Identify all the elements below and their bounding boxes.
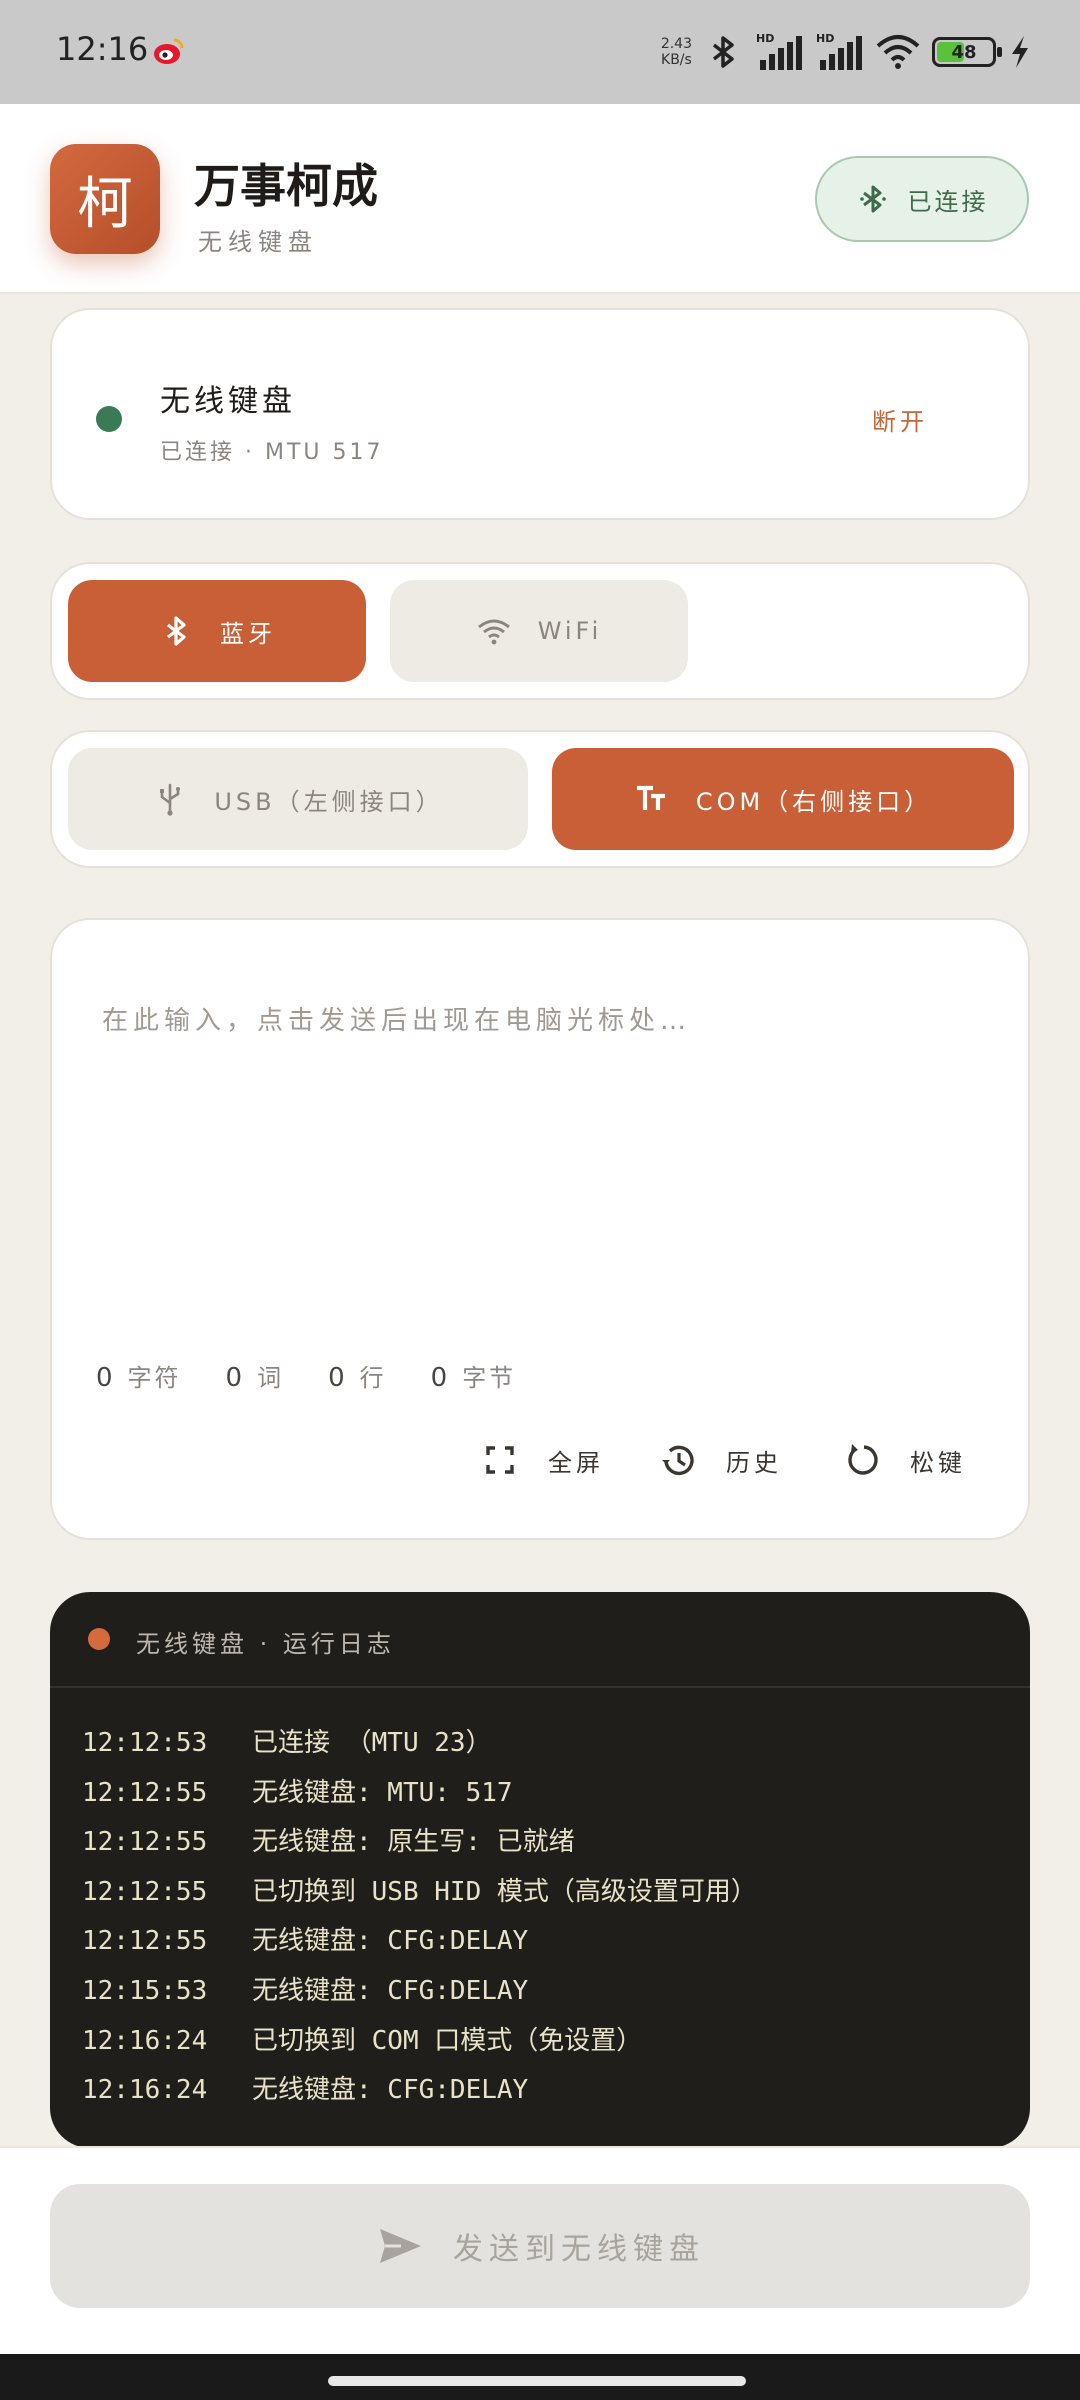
wifi-icon: [876, 35, 920, 69]
log-header: 无线键盘 · 运行日志: [50, 1592, 1030, 1688]
com-port-button[interactable]: COM（右侧接口）: [552, 748, 1014, 850]
text-input-placeholder[interactable]: 在此输入，点击发送后出现在电脑光标处…: [102, 1000, 691, 1037]
byte-count: 0 字节: [430, 1363, 517, 1393]
history-button[interactable]: 历史: [658, 1440, 782, 1480]
line-count: 0行: [328, 1363, 387, 1393]
charging-icon: [1012, 36, 1028, 68]
bottom-bar: 发送到无线键盘: [0, 2146, 1080, 2354]
bluetooth-mode-button[interactable]: 蓝牙: [68, 580, 366, 682]
history-icon: [662, 1445, 694, 1476]
bluetooth-icon: [712, 36, 734, 68]
log-title: 无线键盘 · 运行日志: [136, 1630, 395, 1658]
log-entry: 12:15:53 无线键盘: CFG:DELAY: [82, 1975, 529, 2006]
log-entry: 12:16:24 已切换到 COM 口模式（免设置）: [82, 2025, 643, 2056]
send-button[interactable]: 发送到无线键盘: [50, 2184, 1030, 2308]
log-entries: 12:12:53 已连接 （MTU 23） 12:12:55 无线键盘: MTU: …: [82, 1722, 757, 2119]
log-entry: 12:12:53 已连接 （MTU 23）: [82, 1728, 492, 1758]
app-title: 万事柯成: [194, 159, 378, 213]
system-nav-bar: [0, 2354, 1080, 2400]
bluetooth-mode-label: 蓝牙: [220, 619, 276, 648]
status-time: 12:16: [56, 30, 149, 68]
log-entry: 12:12:55 无线键盘: 原生写: 已就绪: [82, 1827, 575, 1858]
log-entry: 12:16:24 无线键盘: CFG:DELAY: [82, 2075, 529, 2106]
weibo-icon: [154, 38, 184, 64]
app-subtitle: 无线键盘: [198, 228, 318, 256]
history-label: 历史: [726, 1448, 782, 1477]
fullscreen-button[interactable]: 全屏: [480, 1440, 604, 1480]
usb-port-button[interactable]: USB（左侧接口）: [68, 748, 528, 850]
send-button-label: 发送到无线键盘: [453, 2232, 705, 2267]
usb-port-label: USB（左侧接口）: [214, 787, 444, 816]
signal-hd-icon: HD: [756, 32, 802, 70]
send-icon: [380, 2229, 421, 2263]
status-icons: 2.43 KB/s HD HD 48: [661, 28, 1032, 76]
text-input-card[interactable]: 在此输入，点击发送后出现在电脑光标处… 0 字符 0词 0行 0 字节 全屏 历史 …: [50, 918, 1030, 1540]
battery-icon: 48: [932, 37, 1002, 67]
connection-mode-card: 蓝牙 WiFi: [50, 562, 1030, 700]
log-entry: 12:12:55 无线键盘: CFG:DELAY: [82, 1926, 529, 1957]
word-count: 0词: [225, 1363, 285, 1393]
home-gesture-handle[interactable]: [328, 2376, 746, 2386]
com-port-label: COM（右侧接口）: [695, 787, 933, 816]
release-keys-button[interactable]: 松键: [842, 1440, 966, 1480]
fullscreen-icon: [486, 1446, 514, 1474]
device-status: 已连接 · MTU 517: [160, 440, 384, 465]
bluetooth-icon: [859, 185, 886, 213]
device-name: 无线键盘: [160, 384, 296, 419]
log-entry: 12:12:55 无线键盘: MTU: 517: [82, 1777, 513, 1808]
char-count: 0 字符: [96, 1363, 182, 1393]
status-bar: 12:16 2.43 KB/s HD HD 48: [0, 0, 1080, 104]
connected-indicator: [96, 406, 122, 432]
disconnect-button[interactable]: 断开: [872, 402, 928, 437]
reset-icon: [848, 1444, 878, 1475]
app-header: 柯 万事柯成 无线键盘 已连接: [0, 104, 1080, 294]
text-size-icon: [636, 785, 665, 810]
device-card: 无线键盘 已连接 · MTU 517 断开: [50, 308, 1030, 520]
svg-text:HD: HD: [816, 32, 834, 45]
svg-text:HD: HD: [756, 32, 774, 45]
wifi-icon: [477, 619, 510, 645]
log-entry: 12:12:55 已切换到 USB HID 模式（高级设置可用）: [82, 1876, 757, 1907]
release-keys-label: 松键: [910, 1448, 966, 1477]
text-stats: 0 字符 0词 0行 0 字节: [96, 1358, 516, 1393]
wifi-mode-button[interactable]: WiFi: [390, 580, 688, 682]
fullscreen-label: 全屏: [548, 1448, 604, 1477]
log-status-dot: [88, 1628, 110, 1650]
connection-status-label: 已连接: [907, 187, 989, 216]
wifi-mode-label: WiFi: [537, 617, 603, 645]
app-logo: 柯: [50, 144, 160, 254]
port-select-card: USB（左侧接口） COM（右侧接口）: [50, 730, 1030, 868]
bluetooth-icon: [167, 616, 186, 646]
net-speed: 2.43 KB/s: [660, 36, 692, 68]
connection-status-button[interactable]: 已连接: [815, 156, 1029, 242]
signal-hd-icon: HD: [816, 32, 862, 70]
usb-icon: [160, 783, 181, 816]
log-panel: 无线键盘 · 运行日志 12:12:53 已连接 （MTU 23） 12:12:5…: [50, 1592, 1030, 2148]
